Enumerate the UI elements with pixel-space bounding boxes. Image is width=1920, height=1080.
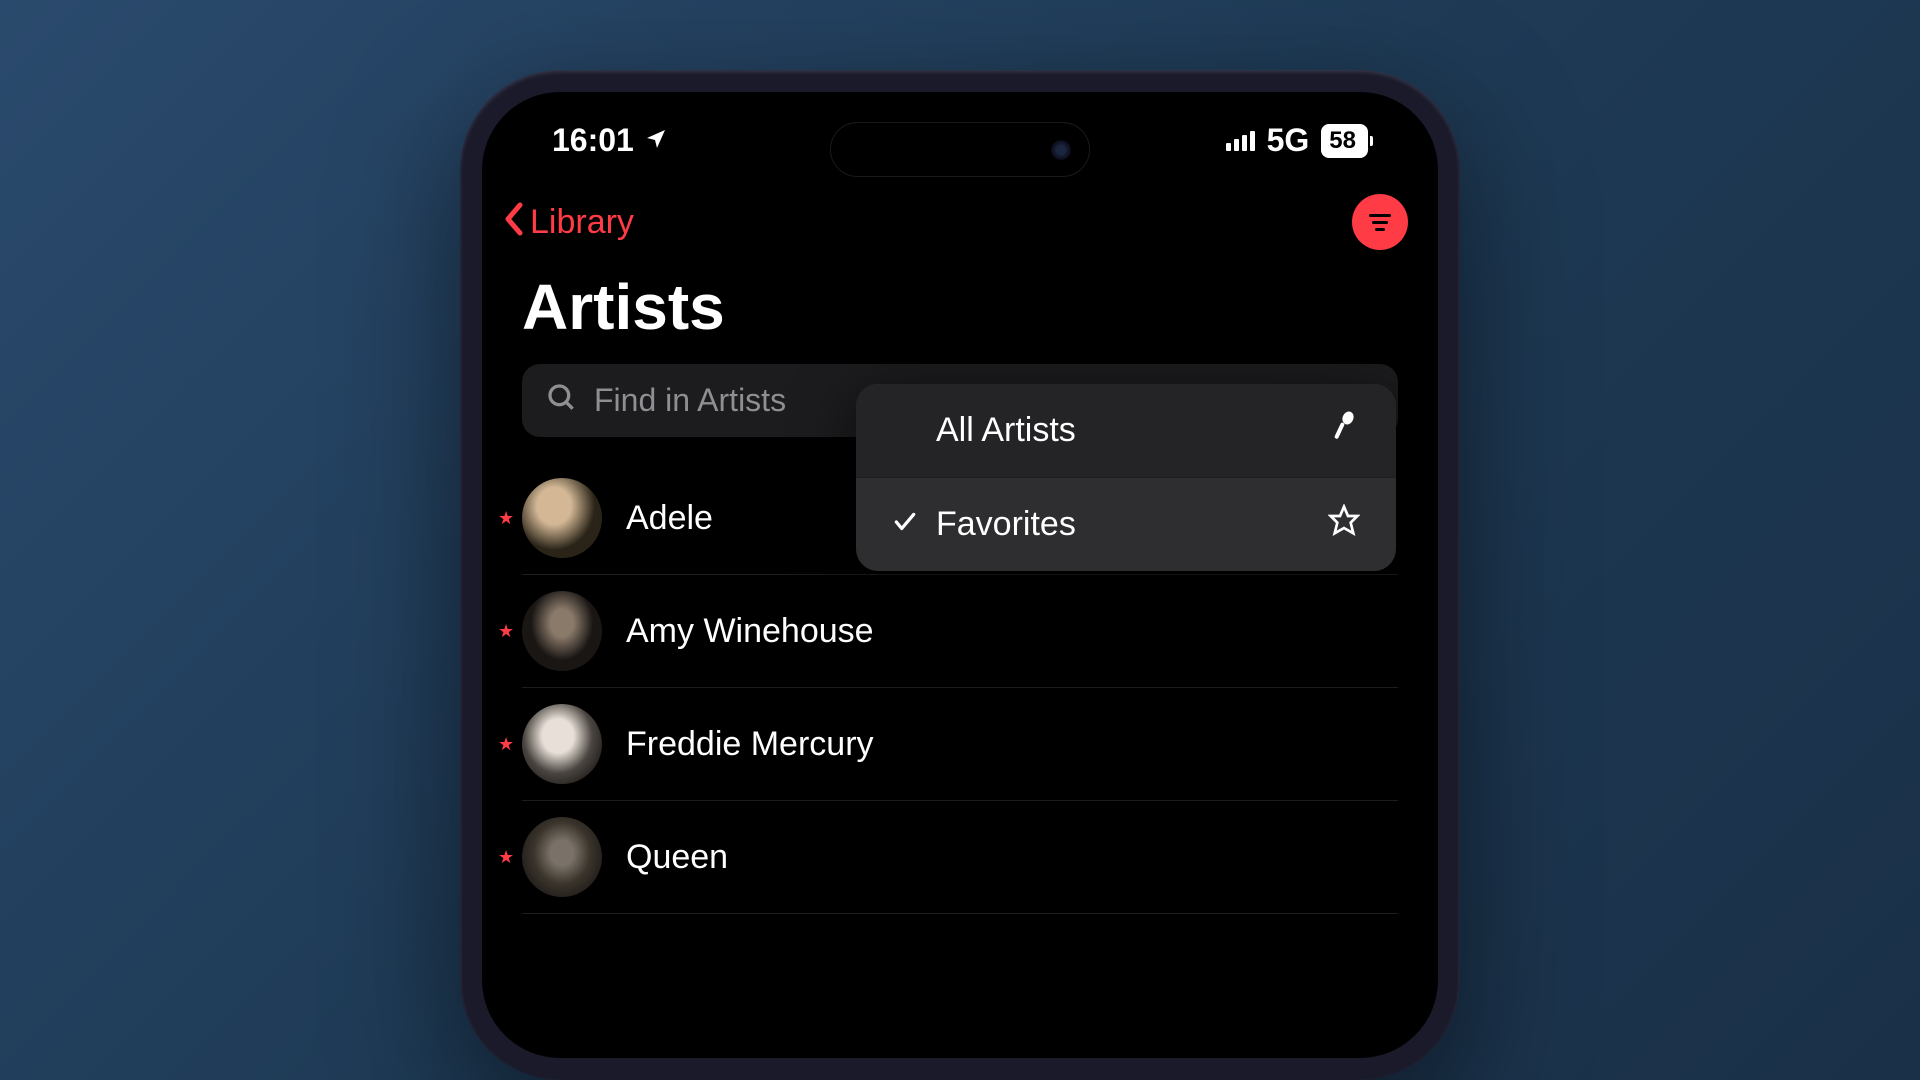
mic-icon [1328,410,1360,451]
search-placeholder: Find in Artists [594,382,786,419]
filter-button[interactable] [1352,194,1408,250]
artist-name: Amy Winehouse [626,612,874,651]
page-title: Artists [482,270,1438,364]
star-icon [1328,504,1360,545]
artist-row[interactable]: ★ Queen [522,801,1398,914]
location-icon [644,122,668,159]
artist-row[interactable]: ★ Amy Winehouse [522,575,1398,688]
filter-dropdown: All Artists Favorites [856,384,1396,571]
network-label: 5G [1267,122,1310,159]
dropdown-label: Favorites [936,505,1310,544]
search-icon [546,382,578,419]
avatar [522,817,602,897]
chevron-left-icon [502,201,524,244]
back-button[interactable]: Library [502,201,634,244]
nav-bar: Library [482,179,1438,270]
phone-screen: 16:01 5G 58 [482,92,1438,1058]
dropdown-label: All Artists [936,411,1310,450]
favorite-star-icon: ★ [498,508,514,529]
phone-frame: 16:01 5G 58 [460,70,1460,1080]
signal-icon [1226,131,1255,151]
dropdown-item-favorites[interactable]: Favorites [856,478,1396,571]
back-label: Library [530,203,634,242]
avatar [522,704,602,784]
battery-icon: 58 [1321,124,1368,158]
favorite-star-icon: ★ [498,621,514,642]
front-camera-icon [1051,140,1071,160]
battery-level: 58 [1329,127,1356,154]
avatar [522,478,602,558]
avatar [522,591,602,671]
dynamic-island [830,122,1090,177]
status-time: 16:01 [552,122,634,159]
favorite-star-icon: ★ [498,734,514,755]
artist-name: Freddie Mercury [626,725,874,764]
check-icon [892,505,918,544]
artist-row[interactable]: ★ Freddie Mercury [522,688,1398,801]
favorite-star-icon: ★ [498,847,514,868]
artist-name: Adele [626,499,713,538]
dropdown-item-all-artists[interactable]: All Artists [856,384,1396,478]
artist-name: Queen [626,838,728,877]
